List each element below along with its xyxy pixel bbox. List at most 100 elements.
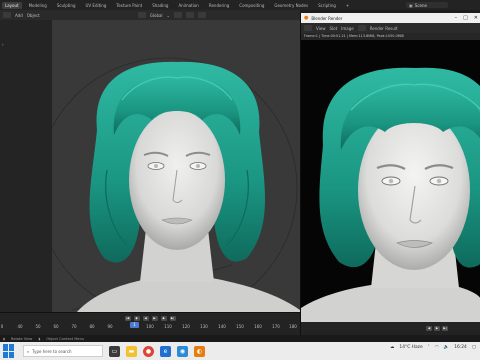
workspace-tab[interactable]: Scripting xyxy=(315,2,339,9)
timeline-tick: 100 xyxy=(146,324,154,329)
app-icon[interactable]: ◉ xyxy=(177,345,188,357)
workspace-tab[interactable]: Modeling xyxy=(26,2,50,9)
task-view-icon[interactable]: ▭ xyxy=(109,345,120,357)
viewport-header: Add Object Global ⌄ xyxy=(0,10,300,20)
playhead[interactable]: 1 xyxy=(130,322,139,328)
face xyxy=(129,110,225,250)
close-icon[interactable]: ✕ xyxy=(474,14,478,22)
timeline-tick: 0 xyxy=(0,324,4,329)
render-info-line: Frame:1 | Time:00:01.21 | Mem:113.8MiB, … xyxy=(301,33,480,40)
wifi-icon[interactable]: ◠ xyxy=(435,345,439,350)
minimize-icon[interactable]: – xyxy=(455,14,458,22)
image-browse-button[interactable] xyxy=(357,25,366,31)
timeline-tick: 130 xyxy=(200,324,208,329)
view-menu[interactable]: View xyxy=(316,26,326,31)
notification-icon[interactable]: ▢ xyxy=(472,345,476,350)
snap-button[interactable] xyxy=(185,12,194,18)
maximize-icon[interactable]: □ xyxy=(463,14,468,22)
tray-chevron-icon[interactable]: ˄ xyxy=(428,345,430,350)
workspace-tab[interactable]: Rendering xyxy=(206,2,232,9)
editor-type-button[interactable] xyxy=(304,25,312,31)
mouse-icon: ◗ xyxy=(38,336,41,341)
windows-taskbar: ⌕ Type here to search ▭ ▬ ● e ◉ ◐ ☁ 14°C… xyxy=(0,342,480,360)
timeline-tick: 90 xyxy=(107,324,113,329)
jump-start-button[interactable]: |◀ xyxy=(124,315,131,321)
timeline-tick: 150 xyxy=(236,324,244,329)
transform-orientation-button[interactable] xyxy=(137,12,146,18)
timeline-ruler[interactable]: 1 0 40 50 60 70 80 90 100 110 120 130 14… xyxy=(0,322,300,332)
chrome-icon[interactable]: ● xyxy=(143,345,154,357)
workspace-menu-bar: Layout Modeling Sculpting UV Editing Tex… xyxy=(0,0,480,10)
render-result-field[interactable]: Render Result xyxy=(370,26,398,31)
taskbar-search[interactable]: ⌕ Type here to search xyxy=(23,345,103,357)
weather-icon[interactable]: ☁ xyxy=(390,345,394,350)
render-window-title: Blender Render xyxy=(311,15,343,21)
workspace-tab[interactable]: Texture Paint xyxy=(113,2,145,9)
mouse-icon: ◖ xyxy=(3,336,5,341)
speaker-icon[interactable]: 🔈 xyxy=(444,345,449,350)
proportional-edit-button[interactable] xyxy=(197,12,206,18)
timeline-tick: 120 xyxy=(182,324,190,329)
search-icon: ⌕ xyxy=(27,348,30,354)
scene-icon: ▣ xyxy=(409,2,413,8)
3d-viewport[interactable] xyxy=(52,20,300,318)
workspace-tab[interactable]: Shading xyxy=(149,2,171,9)
timeline-tick: 170 xyxy=(272,324,280,329)
timeline-tick: 140 xyxy=(218,324,226,329)
timeline-tick: 70 xyxy=(71,324,77,329)
image-menu[interactable]: Image xyxy=(341,26,354,31)
add-workspace-button[interactable]: + xyxy=(343,2,352,9)
pivot-button[interactable] xyxy=(173,12,182,18)
windows-start-icon[interactable] xyxy=(3,344,17,358)
playback-controls: |◀ ◆ ◀ ▶ ◆ ▶| xyxy=(0,314,300,322)
workspace-tab[interactable]: Animation xyxy=(175,2,201,9)
render-window-footer: ◀ ▶ ▶| xyxy=(301,322,480,335)
timeline-tick: 60 xyxy=(53,324,59,329)
viewport-render xyxy=(52,57,300,318)
rendered-portrait xyxy=(301,40,480,322)
toolbar-panel: › xyxy=(0,20,52,318)
slot-menu[interactable]: Slot xyxy=(330,26,338,31)
jump-end-button[interactable]: ▶| xyxy=(442,326,448,331)
object-menu[interactable]: Object xyxy=(27,13,40,18)
timeline-tick: 50 xyxy=(35,324,41,329)
workspace-tab[interactable]: Layout xyxy=(2,1,22,9)
add-menu[interactable]: Add xyxy=(15,13,23,18)
workspace-tab[interactable]: Geometry Nodes xyxy=(271,2,311,9)
timeline-tick: 160 xyxy=(254,324,262,329)
play-reverse-button[interactable]: ◀ xyxy=(142,315,149,321)
render-window-titlebar[interactable]: ● Blender Render – □ ✕ xyxy=(301,13,480,23)
play-button[interactable]: ▶ xyxy=(151,315,158,321)
chevron-down-icon[interactable]: ⌄ xyxy=(167,13,170,18)
system-tray: ☁ 14°C Haze ˄ ◠ 🔈 16:24 ▢ xyxy=(390,345,476,350)
next-keyframe-button[interactable]: ◆ xyxy=(160,315,167,321)
editor-type-button[interactable] xyxy=(3,12,11,18)
workspace-tab[interactable]: Sculpting xyxy=(54,2,79,9)
render-result-image[interactable] xyxy=(301,40,480,322)
play-button[interactable]: ▶ xyxy=(434,326,440,331)
edge-icon[interactable]: e xyxy=(160,345,171,357)
image-editor-header: View Slot Image Render Result xyxy=(301,23,480,33)
timeline-editor[interactable]: |◀ ◆ ◀ ▶ ◆ ▶| 1 0 40 50 60 70 80 90 100 … xyxy=(0,312,300,335)
prev-keyframe-button[interactable]: ◆ xyxy=(133,315,140,321)
timeline-tick: 40 xyxy=(17,324,23,329)
weather-label[interactable]: 14°C Haze xyxy=(399,345,422,350)
play-reverse-button[interactable]: ◀ xyxy=(426,326,432,331)
timeline-tick: 110 xyxy=(164,324,172,329)
blender-icon[interactable]: ◐ xyxy=(194,345,205,357)
orientation-dropdown[interactable]: Global xyxy=(150,13,163,18)
jump-end-button[interactable]: ▶| xyxy=(169,315,176,321)
panel-arrow-icon[interactable]: › xyxy=(2,42,4,47)
workspace-tab[interactable]: UV Editing xyxy=(83,2,110,9)
file-explorer-icon[interactable]: ▬ xyxy=(126,345,137,357)
status-hint: Rotate View xyxy=(10,336,33,341)
render-window: ● Blender Render – □ ✕ View Slot Image R… xyxy=(300,13,480,335)
scene-label: Scene xyxy=(414,2,427,8)
current-frame: 1 xyxy=(133,322,136,327)
clock[interactable]: 16:24 xyxy=(454,345,467,350)
status-hint: Object Context Menu xyxy=(46,336,85,341)
scene-selector[interactable]: ▣ Scene xyxy=(406,2,448,8)
workspace-tab[interactable]: Compositing xyxy=(236,2,267,9)
blender-logo-icon: ● xyxy=(304,15,309,21)
timeline-tick: 180 xyxy=(289,324,297,329)
